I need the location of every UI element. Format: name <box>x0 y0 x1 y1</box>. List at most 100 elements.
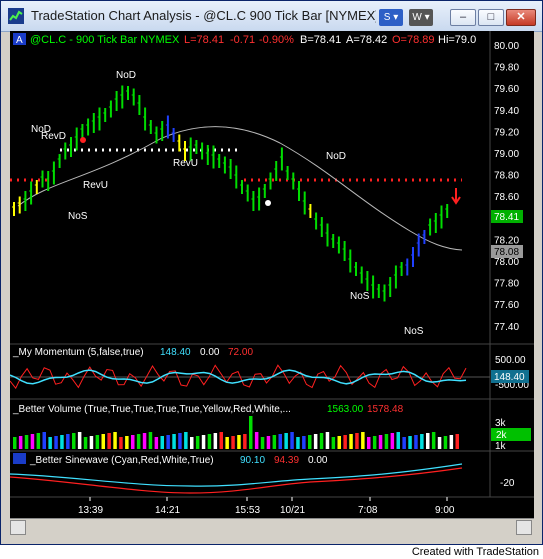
time-axis-label: 7:08 <box>358 505 378 516</box>
volume-bar <box>148 432 153 449</box>
price-axis[interactable]: 80.00 79.80 79.60 79.40 79.20 79.00 78.80 78.60… <box>494 41 519 333</box>
annotation-revu: RevU <box>83 180 108 191</box>
volume-bar <box>355 433 359 449</box>
volume-bar <box>160 436 164 449</box>
price-axis-label: 79.60 <box>494 84 519 95</box>
time-axis: 13:39 14:21 15:53 10/21 7:08 9:00 <box>78 497 455 516</box>
window-title: TradeStation Chart Analysis - @CL.C 900 … <box>31 8 376 23</box>
volume-bar <box>42 432 46 449</box>
volume-bar <box>337 436 341 449</box>
close-button[interactable]: ✕ <box>506 9 536 26</box>
annotation-revu: RevU <box>173 158 198 169</box>
volume-bar <box>414 435 418 449</box>
price-axis-label: 79.80 <box>494 63 519 74</box>
volume-bar <box>384 434 389 449</box>
volume-bar <box>426 433 430 449</box>
volume-bar <box>24 435 29 449</box>
price-axis-label: 78.20 <box>494 235 519 246</box>
volume-title: _Better Volume (True,True,True,True,True… <box>12 404 291 415</box>
volume-bar <box>278 434 282 449</box>
sinewave-axis: -20 <box>500 478 515 489</box>
open-price: O=78.89 <box>392 34 435 46</box>
price-axis-label: 77.40 <box>494 322 519 333</box>
volume-bar <box>54 436 58 449</box>
volume-bar <box>107 433 111 449</box>
volume-bar <box>449 435 454 449</box>
volume-bar <box>154 437 159 449</box>
symbol-header: @CL.C - 900 Tick Bar NYMEX <box>30 34 180 46</box>
volume-bar <box>119 437 123 449</box>
scroll-left-arrow-icon[interactable] <box>10 520 26 535</box>
annotation-nos: NoS <box>350 291 370 302</box>
sinewave-value-1: 90.10 <box>240 455 265 466</box>
maximize-button[interactable]: □ <box>478 9 504 26</box>
volume-bar <box>136 434 141 449</box>
chart-area[interactable]: A @CL.C - 900 Tick Bar NYMEX L=78.41 -0.… <box>10 31 534 536</box>
volume-value-2: 1578.48 <box>367 404 404 415</box>
price-axis-label: 78.00 <box>494 257 519 268</box>
annotation-revd: RevD <box>41 131 66 142</box>
analysis-badge-label: A <box>16 35 23 46</box>
volume-bar <box>260 437 265 449</box>
volume-bar <box>296 437 300 449</box>
sinewave-title: _Better Sinewave (Cyan,Red,White,True) <box>29 455 214 466</box>
momentum-tag-label: 148.40 <box>494 372 525 383</box>
volume-bar <box>243 434 247 449</box>
price-axis-label: 78.80 <box>494 171 519 182</box>
momentum-axis-top: 500.00 <box>495 355 526 366</box>
volume-bar <box>207 434 212 449</box>
volume-bar <box>48 437 52 449</box>
scroll-right-arrow-icon[interactable] <box>516 520 532 535</box>
volume-bar <box>396 432 400 449</box>
volume-bar <box>190 437 194 449</box>
price-axis-label: 77.80 <box>494 279 519 290</box>
time-axis-label: 14:21 <box>155 505 180 516</box>
volume-bar <box>66 434 70 449</box>
volume-bar <box>13 437 17 449</box>
symbol-link-dropdown[interactable]: S ▾ <box>379 9 403 26</box>
volume-bar <box>420 434 424 449</box>
chart-canvas[interactable]: A @CL.C - 900 Tick Bar NYMEX L=78.41 -0.… <box>10 31 534 536</box>
volume-bar <box>178 433 182 449</box>
sinewave-red-line <box>10 467 463 494</box>
title-bar[interactable]: TradeStation Chart Analysis - @CL.C 900 … <box>1 1 542 32</box>
volume-bar <box>18 436 23 449</box>
signal-dot <box>80 137 86 143</box>
price-axis-label: 79.40 <box>494 106 519 117</box>
volume-bar <box>290 432 294 449</box>
volume-bar <box>284 433 288 449</box>
price-axis-label: 78.60 <box>494 192 519 203</box>
chart-window: TradeStation Chart Analysis - @CL.C 900 … <box>0 0 543 545</box>
volume-bar <box>89 436 94 449</box>
volume-bar <box>408 436 412 449</box>
bid-price: B=78.41 <box>300 34 341 46</box>
sinewave-value-2: 94.39 <box>274 455 299 466</box>
price-axis-label: 79.00 <box>494 149 519 160</box>
volume-bar <box>95 435 100 449</box>
volume-bar <box>331 437 336 449</box>
volume-axis-bottom: 1k <box>495 441 507 452</box>
horizontal-scrollbar[interactable] <box>10 518 534 537</box>
volume-bar <box>72 433 76 449</box>
volume-bar <box>266 436 271 449</box>
volume-bars <box>13 416 459 449</box>
down-arrow-icon <box>451 188 461 205</box>
price-axis-label: 79.20 <box>494 127 519 138</box>
workspace-link-dropdown[interactable]: W ▾ <box>409 9 433 26</box>
volume-bar <box>60 435 64 449</box>
volume-bar <box>437 437 442 449</box>
ask-price: A=78.42 <box>346 34 387 46</box>
volume-bar <box>231 436 235 449</box>
volume-bar <box>402 437 406 449</box>
volume-bar <box>302 436 306 449</box>
time-axis-label: 15:53 <box>235 505 260 516</box>
volume-bar <box>272 435 277 449</box>
volume-bar <box>443 436 448 449</box>
sinewave-cyan-line <box>10 463 463 487</box>
minimize-button[interactable]: – <box>450 9 476 26</box>
credit-text: Created with TradeStation <box>411 546 539 558</box>
volume-bar <box>361 432 365 449</box>
volume-bar <box>36 433 41 449</box>
annotation-nos: NoS <box>68 211 88 222</box>
volume-bar <box>249 416 253 449</box>
